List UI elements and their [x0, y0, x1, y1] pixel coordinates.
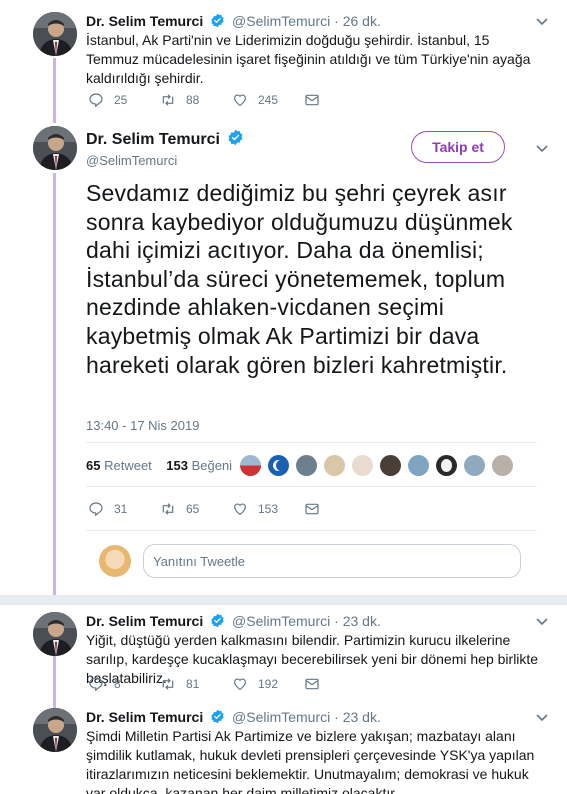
liker-avatars [240, 455, 513, 476]
chevron-down-icon[interactable] [535, 14, 549, 28]
tweet-time[interactable]: · 23 dk. [334, 709, 381, 725]
liker-avatar[interactable] [240, 455, 261, 476]
retweet-button[interactable]: 81 [160, 676, 232, 692]
reply-icon [89, 502, 103, 517]
liker-avatar[interactable] [352, 455, 373, 476]
verified-icon [211, 13, 224, 28]
verified-icon [228, 129, 243, 146]
retweet-icon [162, 678, 174, 690]
liker-avatar[interactable] [296, 455, 317, 476]
envelope-icon [305, 678, 319, 690]
reply-icon [89, 93, 103, 108]
divider [86, 486, 537, 487]
verified-icon [211, 709, 224, 724]
author-name[interactable]: Dr. Selim Temurci [86, 131, 220, 148]
retweet-button[interactable]: 88 [160, 92, 232, 108]
heart-icon [234, 503, 246, 516]
likes-stat-label: Beğeni [191, 458, 233, 473]
envelope-icon [305, 503, 319, 515]
tweet-time[interactable]: · 23 dk. [334, 613, 381, 629]
retweets-stat-label: Retweet [104, 458, 152, 473]
author-handle[interactable]: @SelimTemurci [86, 153, 247, 168]
reply-button[interactable]: 31 [88, 501, 160, 517]
tweet-actions: 31 65 153 [88, 501, 330, 517]
message-button[interactable] [304, 92, 330, 108]
avatar[interactable] [33, 708, 77, 752]
liker-avatar[interactable] [436, 455, 457, 476]
reply-input[interactable]: Yanıtını Tweetle [143, 544, 521, 578]
tweet-timestamp[interactable]: 13:40 - 17 Nis 2019 [86, 418, 199, 433]
envelope-icon [305, 94, 319, 106]
tweet-1[interactable]: Dr. Selim Temurci @SelimTemurci · 26 dk.… [86, 12, 543, 88]
author-handle[interactable]: @SelimTemurci [232, 13, 330, 29]
tweet-text: Şimdi Milletin Partisi Ak Partimize ve b… [86, 728, 535, 794]
verified-icon [211, 613, 224, 628]
section-separator [0, 595, 567, 605]
chevron-down-icon[interactable] [535, 614, 549, 628]
author-name[interactable]: Dr. Selim Temurci [86, 613, 203, 629]
retweet-count: 65 [186, 502, 200, 516]
like-count: 192 [258, 677, 279, 691]
liker-avatar[interactable] [268, 455, 289, 476]
like-count: 245 [258, 93, 279, 107]
like-count: 153 [258, 502, 279, 516]
tweet-text: İstanbul, Ak Parti'nin ve Liderimizin do… [86, 32, 531, 86]
like-button[interactable]: 153 [232, 501, 304, 517]
follow-button[interactable]: Takip et [411, 131, 505, 163]
liker-avatar[interactable] [464, 455, 485, 476]
message-button[interactable] [304, 676, 330, 692]
main-author: Dr. Selim Temurci @SelimTemurci [86, 129, 247, 168]
retweet-icon [162, 94, 174, 106]
reply-count: 8 [114, 677, 121, 691]
retweets-stat[interactable]: 65 Retweet [86, 458, 152, 473]
heart-icon [234, 678, 246, 691]
liker-avatar[interactable] [408, 455, 429, 476]
heart-icon [234, 94, 246, 107]
like-button[interactable]: 245 [232, 92, 304, 108]
reply-icon [89, 677, 103, 692]
reply-count: 25 [114, 93, 128, 107]
avatar[interactable] [33, 12, 77, 56]
tweet-actions: 25 88 245 [88, 92, 330, 108]
thread-line [53, 58, 56, 123]
current-user-avatar[interactable] [99, 545, 131, 577]
likes-stat-count: 153 [166, 458, 188, 473]
divider [86, 530, 537, 531]
chevron-down-icon[interactable] [535, 141, 549, 155]
divider [86, 442, 537, 443]
reply-count: 31 [114, 502, 128, 516]
retweets-stat-count: 65 [86, 458, 101, 473]
retweet-icon [162, 503, 174, 515]
avatar[interactable] [33, 126, 77, 170]
tweet-text: Sevdamız dediğimiz bu şehri çeyrek asır … [86, 180, 513, 378]
liker-avatar[interactable] [492, 455, 513, 476]
thread-line [53, 173, 56, 595]
retweet-button[interactable]: 65 [160, 501, 232, 517]
liker-avatar[interactable] [324, 455, 345, 476]
tweet-actions: 8 81 192 [88, 676, 330, 692]
message-button[interactable] [304, 501, 330, 517]
chevron-down-icon[interactable] [535, 710, 549, 724]
tweet-4[interactable]: Dr. Selim Temurci @SelimTemurci · 23 dk.… [86, 708, 543, 794]
tweet-time[interactable]: · 26 dk. [334, 13, 381, 29]
thread-line [53, 656, 56, 708]
avatar[interactable] [33, 612, 77, 656]
engagement-stats: 65 Retweet 153 Beğeni [86, 458, 232, 473]
author-handle[interactable]: @SelimTemurci [232, 709, 330, 725]
reply-button[interactable]: 8 [88, 676, 160, 692]
liker-avatar[interactable] [380, 455, 401, 476]
reply-button[interactable]: 25 [88, 92, 160, 108]
like-button[interactable]: 192 [232, 676, 304, 692]
likes-stat[interactable]: 153 Beğeni [166, 458, 232, 473]
author-name[interactable]: Dr. Selim Temurci [86, 13, 203, 29]
author-name[interactable]: Dr. Selim Temurci [86, 709, 203, 725]
retweet-count: 88 [186, 93, 200, 107]
retweet-count: 81 [186, 677, 200, 691]
author-handle[interactable]: @SelimTemurci [232, 613, 330, 629]
